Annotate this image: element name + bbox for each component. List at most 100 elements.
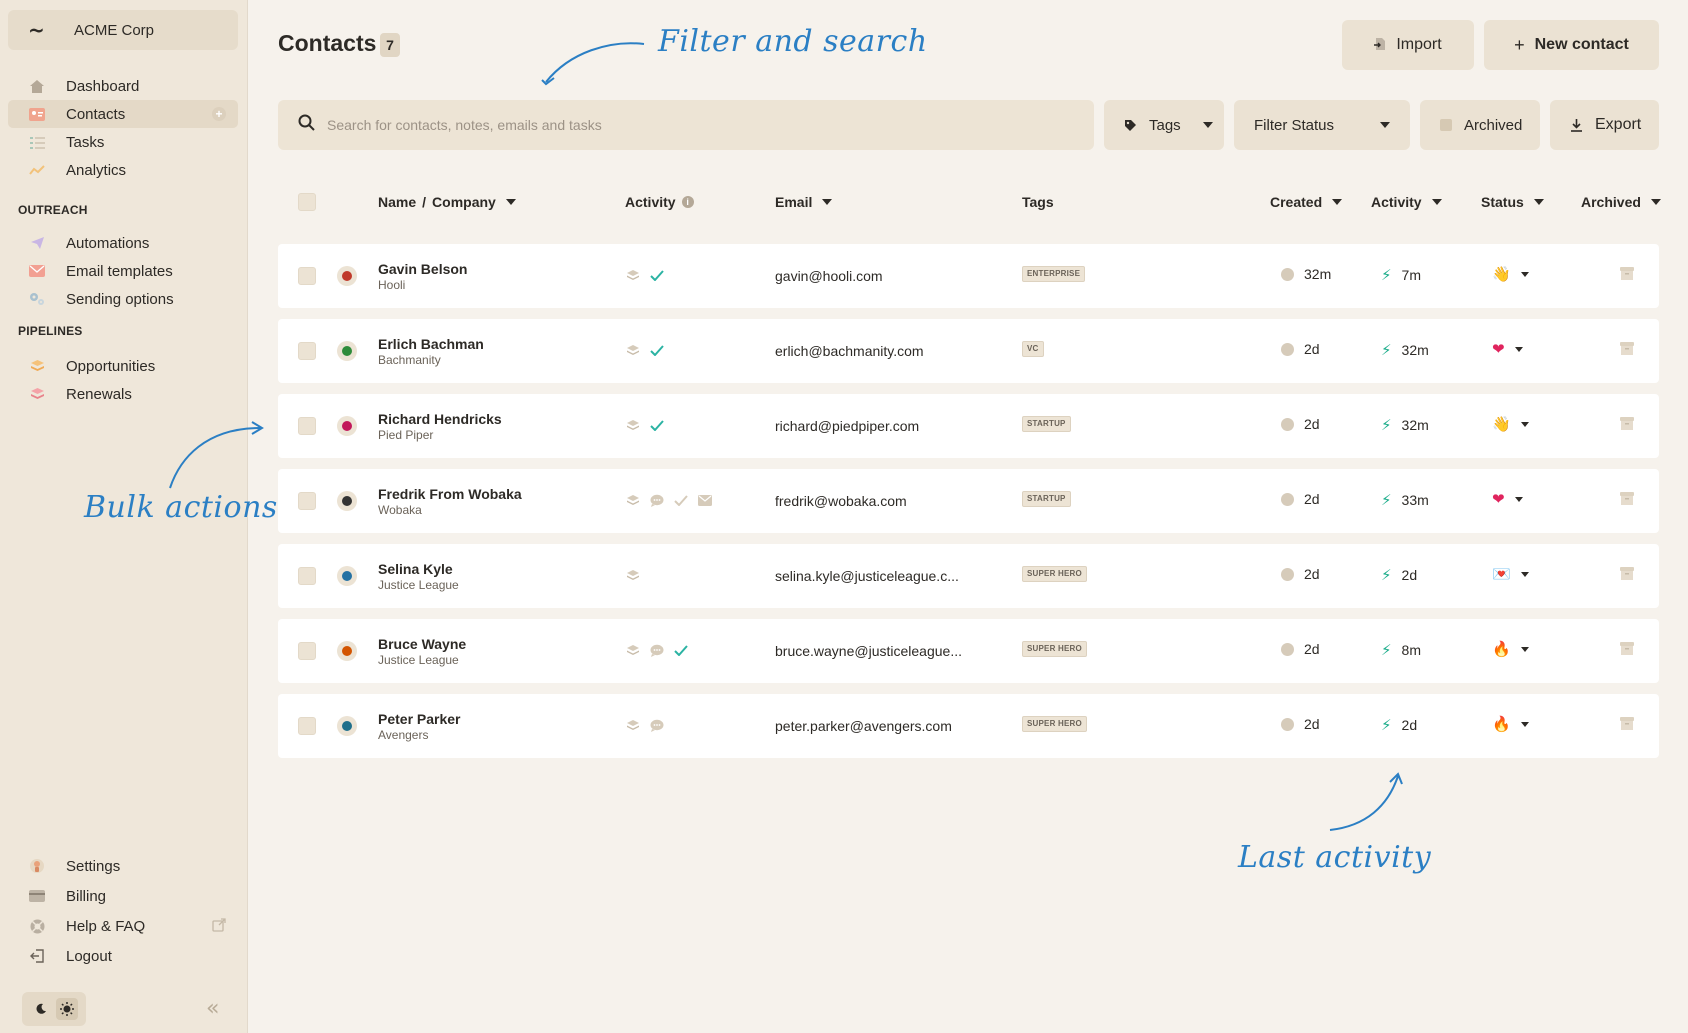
contact-name[interactable]: Gavin Belson <box>378 261 467 277</box>
add-contact-icon[interactable]: + <box>212 107 226 121</box>
archived-checkbox[interactable] <box>1440 119 1452 131</box>
nav-renewals[interactable]: Renewals <box>8 380 238 408</box>
tags-filter-button[interactable]: Tags <box>1104 100 1224 150</box>
table-row[interactable]: Bruce Wayne Justice League bruce.wayne@j… <box>278 619 1659 683</box>
import-button[interactable]: Import <box>1342 20 1474 70</box>
contact-name[interactable]: Selina Kyle <box>378 561 453 577</box>
nav-tasks[interactable]: Tasks <box>8 128 238 156</box>
contact-email[interactable]: fredrik@wobaka.com <box>775 493 907 509</box>
moon-icon[interactable] <box>30 998 52 1020</box>
table-row[interactable]: Gavin Belson Hooli gavin@hooli.com ENTER… <box>278 244 1659 308</box>
tag-badge[interactable]: SUPER HERO <box>1022 566 1087 582</box>
nav-billing[interactable]: Billing <box>8 882 238 910</box>
annotation-arrow-last <box>1329 772 1403 831</box>
table-row[interactable]: Erlich Bachman Bachmanity erlich@bachman… <box>278 319 1659 383</box>
avatar-figure <box>342 721 352 731</box>
col-name-company[interactable]: Name / Company <box>378 194 516 210</box>
search-bar[interactable] <box>278 100 1094 150</box>
status-dropdown[interactable]: 💌 <box>1492 565 1529 583</box>
contact-name[interactable]: Richard Hendricks <box>378 411 502 427</box>
nav-analytics[interactable]: Analytics <box>8 156 238 184</box>
nav-email-templates[interactable]: Email templates <box>8 257 238 285</box>
status-dropdown[interactable]: ❤ <box>1492 340 1523 358</box>
nav-sending-options[interactable]: Sending options <box>8 285 238 313</box>
contact-email[interactable]: selina.kyle@justiceleague.c... <box>775 568 959 584</box>
new-contact-button[interactable]: + New contact <box>1484 20 1659 70</box>
tag-badge[interactable]: SUPER HERO <box>1022 641 1087 657</box>
avatar-figure <box>342 421 352 431</box>
contact-email[interactable]: gavin@hooli.com <box>775 268 883 284</box>
tag-badge[interactable]: VC <box>1022 341 1044 357</box>
col-last-activity[interactable]: Activity <box>1371 194 1442 210</box>
tag-badge[interactable]: SUPER HERO <box>1022 716 1087 732</box>
chevron-down-icon <box>1520 646 1529 652</box>
sun-icon[interactable] <box>56 998 78 1020</box>
contact-name[interactable]: Fredrik From Wobaka <box>378 486 522 502</box>
archived-filter-label: Archived <box>1464 116 1523 134</box>
chevron-down-icon <box>1514 496 1523 502</box>
table-row[interactable]: Fredrik From Wobaka Wobaka fredrik@wobak… <box>278 469 1659 533</box>
archive-icon[interactable] <box>1620 492 1634 505</box>
status-filter-dropdown[interactable]: Filter Status <box>1234 100 1410 150</box>
nav-settings[interactable]: Settings <box>8 852 238 880</box>
gears-icon <box>28 290 46 308</box>
nav-help[interactable]: Help & FAQ <box>8 912 238 940</box>
archive-icon[interactable] <box>1620 267 1634 280</box>
status-dropdown[interactable]: ❤ <box>1492 490 1523 508</box>
contact-email[interactable]: bruce.wayne@justiceleague... <box>775 643 962 659</box>
table-row[interactable]: Peter Parker Avengers peter.parker@aveng… <box>278 694 1659 758</box>
archived-filter-toggle[interactable]: Archived <box>1420 100 1540 150</box>
chevron-down-icon <box>1520 421 1529 427</box>
status-dropdown[interactable]: 👋 <box>1492 265 1529 283</box>
table-row[interactable]: Richard Hendricks Pied Piper richard@pie… <box>278 394 1659 458</box>
search-input[interactable] <box>327 117 1027 133</box>
col-archived[interactable]: Archived <box>1581 194 1661 210</box>
row-checkbox[interactable] <box>298 417 316 435</box>
contact-name[interactable]: Peter Parker <box>378 711 461 727</box>
collapse-sidebar-icon[interactable]: « <box>206 996 219 1021</box>
nav-contacts[interactable]: Contacts + <box>8 100 238 128</box>
row-checkbox[interactable] <box>298 717 316 735</box>
select-all-checkbox[interactable] <box>298 193 316 211</box>
archive-icon[interactable] <box>1620 567 1634 580</box>
org-switcher[interactable]: ~ ACME Corp <box>8 10 238 50</box>
row-checkbox[interactable] <box>298 567 316 585</box>
tag-badge[interactable]: STARTUP <box>1022 416 1071 432</box>
nav-dashboard[interactable]: Dashboard <box>8 72 238 100</box>
status-dropdown[interactable]: 🔥 <box>1492 715 1529 733</box>
contact-name[interactable]: Bruce Wayne <box>378 636 466 652</box>
created-value: 2d <box>1304 491 1320 507</box>
nav-automations[interactable]: Automations <box>8 229 238 257</box>
col-created[interactable]: Created <box>1270 194 1343 210</box>
row-checkbox[interactable] <box>298 642 316 660</box>
col-email[interactable]: Email <box>775 194 833 210</box>
contact-email[interactable]: erlich@bachmanity.com <box>775 343 924 359</box>
archive-icon[interactable] <box>1620 417 1634 430</box>
export-button[interactable]: Export <box>1550 100 1659 150</box>
contact-name[interactable]: Erlich Bachman <box>378 336 484 352</box>
row-checkbox[interactable] <box>298 342 316 360</box>
row-checkbox[interactable] <box>298 492 316 510</box>
contacts-icon <box>28 105 46 123</box>
annotation-bulk-actions: Bulk actions <box>84 490 278 525</box>
theme-toggle[interactable] <box>22 992 86 1026</box>
info-icon[interactable]: i <box>681 196 694 208</box>
archive-icon[interactable] <box>1620 642 1634 655</box>
tag-badge[interactable]: STARTUP <box>1022 491 1071 507</box>
last-activity-value: 7m <box>1401 267 1421 283</box>
status-dropdown[interactable]: 🔥 <box>1492 640 1529 658</box>
archive-icon[interactable] <box>1620 342 1634 355</box>
contact-email[interactable]: peter.parker@avengers.com <box>775 718 952 734</box>
row-checkbox[interactable] <box>298 267 316 285</box>
table-row[interactable]: Selina Kyle Justice League selina.kyle@j… <box>278 544 1659 608</box>
nav-logout[interactable]: Logout <box>8 942 238 970</box>
status-dropdown[interactable]: 👋 <box>1492 415 1529 433</box>
activity-icons <box>625 417 665 433</box>
chat-icon <box>649 492 665 508</box>
tag-badge[interactable]: ENTERPRISE <box>1022 266 1086 282</box>
chevron-down-icon <box>1514 346 1523 352</box>
col-status[interactable]: Status <box>1481 194 1544 210</box>
nav-opportunities[interactable]: Opportunities <box>8 352 238 380</box>
archive-icon[interactable] <box>1620 717 1634 730</box>
contact-email[interactable]: richard@piedpiper.com <box>775 418 919 434</box>
